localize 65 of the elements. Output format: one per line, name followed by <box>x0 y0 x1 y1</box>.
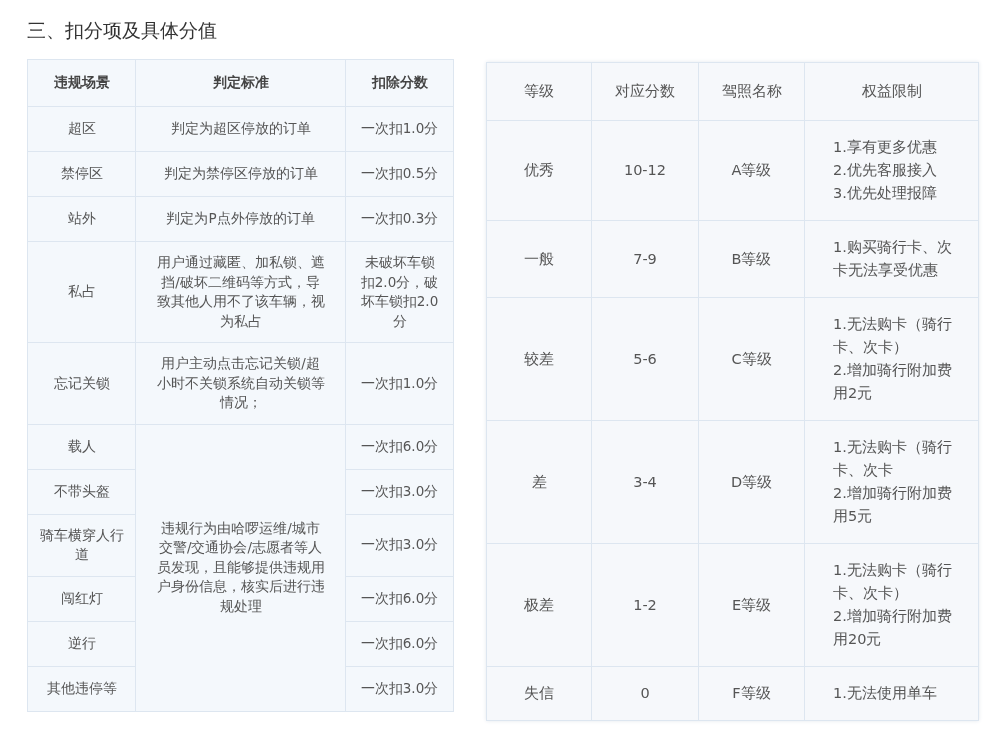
benefit-text: 2.增加骑行附加费用5元 <box>833 484 953 526</box>
table-cell: 0 <box>591 666 699 721</box>
table-cell: 一次扣6.0分 <box>345 621 454 666</box>
table-cell: 极差 <box>486 543 592 667</box>
table-cell: 不带头盔 <box>27 469 136 514</box>
benefit-text: 2.增加骑行附加费用20元 <box>833 607 953 649</box>
table-cell: 优秀 <box>486 120 592 221</box>
table-cell: 一次扣0.5分 <box>345 151 454 197</box>
column-header: 驾照名称 <box>698 62 805 121</box>
benefit-text: 1.无法购卡（骑行卡、次卡 <box>833 438 953 480</box>
table-cell: 5-6 <box>591 297 699 421</box>
table-cell: B等级 <box>698 220 805 298</box>
table-cell: 载人 <box>27 424 136 469</box>
table-cell: 7-9 <box>591 220 699 298</box>
table-cell: 一次扣1.0分 <box>345 342 454 424</box>
section-heading: 三、扣分项及具体分值 <box>27 18 218 43</box>
table-cell: 未破坏车锁扣2.0分，破坏车锁扣2.0分 <box>345 241 454 343</box>
table-cell: 1-2 <box>591 543 699 667</box>
column-header: 对应分数 <box>591 62 699 121</box>
table-cell: 一般 <box>486 220 592 298</box>
column-header: 权益限制 <box>804 62 979 121</box>
table-cell: 一次扣0.3分 <box>345 196 454 242</box>
table-cell: 较差 <box>486 297 592 421</box>
table-cell: D等级 <box>698 420 805 544</box>
benefit-text: 2.优先客服接入 <box>833 161 938 180</box>
table-cell: A等级 <box>698 120 805 221</box>
table-cell: 判定为超区停放的订单 <box>135 106 346 152</box>
table-cell: 其他违停等 <box>27 666 136 711</box>
benefit-text: 1.购买骑行卡、次卡无法享受优惠 <box>833 238 953 280</box>
benefit-text: 3.优先处理报障 <box>833 184 938 203</box>
table-cell: F等级 <box>698 666 805 721</box>
benefit-text: 2.增加骑行附加费用2元 <box>833 361 953 403</box>
table-cell: 失信 <box>486 666 592 721</box>
table-cell: 私占 <box>27 241 136 343</box>
table-cell: 超区 <box>27 106 136 152</box>
column-header: 判定标准 <box>135 59 346 107</box>
table-cell: 骑车横穿人行道 <box>27 514 136 576</box>
table-cell: 闯红灯 <box>27 576 136 621</box>
table-cell: 禁停区 <box>27 151 136 197</box>
table-cell: 用户主动点击忘记关锁/超小时不关锁系统自动关锁等情况； <box>135 342 346 424</box>
table-cell: 一次扣1.0分 <box>345 106 454 152</box>
table-cell: 违规行为由哈啰运维/城市交警/交通协会/志愿者等人员发现，且能够提供违规用户身份信息，核实后进行违规处理 <box>135 424 346 711</box>
table-cell: 逆行 <box>27 621 136 666</box>
table-cell: 3-4 <box>591 420 699 544</box>
benefit-text: 1.无法购卡（骑行卡、次卡） <box>833 315 953 357</box>
table-cell: 忘记关锁 <box>27 342 136 424</box>
column-header: 等级 <box>486 62 592 121</box>
benefit-text: 1.无法购卡（骑行卡、次卡） <box>833 561 953 603</box>
table-cell: E等级 <box>698 543 805 667</box>
table-cell: 判定为P点外停放的订单 <box>135 196 346 242</box>
table-cell: 一次扣6.0分 <box>345 424 454 469</box>
table-cell: 判定为禁停区停放的订单 <box>135 151 346 197</box>
benefit-text: 1.无法使用单车 <box>833 684 938 703</box>
table-cell: 一次扣3.0分 <box>345 469 454 514</box>
table-cell: 站外 <box>27 196 136 242</box>
column-header: 违规场景 <box>27 59 136 107</box>
benefit-text: 1.享有更多优惠 <box>833 138 938 157</box>
table-cell: 一次扣3.0分 <box>345 514 454 576</box>
table-cell: 用户通过藏匿、加私锁、遮挡/破坏二维码等方式，导致其他人用不了该车辆，视为私占 <box>135 241 346 343</box>
column-header: 扣除分数 <box>345 59 454 107</box>
table-cell: C等级 <box>698 297 805 421</box>
table-cell: 10-12 <box>591 120 699 221</box>
table-cell: 一次扣6.0分 <box>345 576 454 621</box>
table-cell: 差 <box>486 420 592 544</box>
table-cell: 一次扣3.0分 <box>345 666 454 711</box>
